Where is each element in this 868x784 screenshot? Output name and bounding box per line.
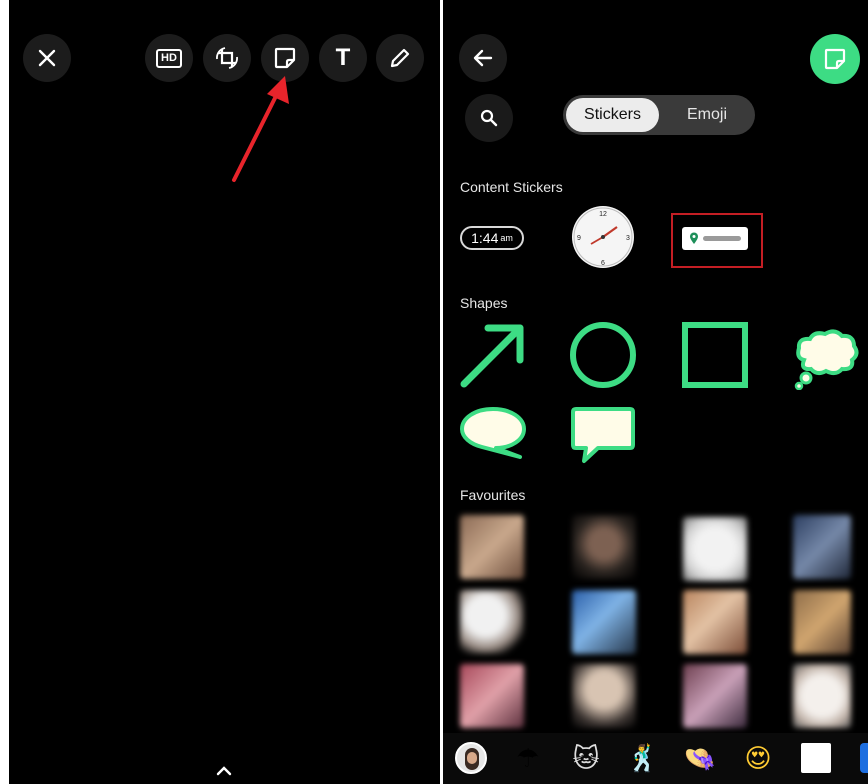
editor-panel: HD T bbox=[9, 0, 440, 784]
umbrella-sticker-pack[interactable]: ☂ bbox=[511, 741, 545, 775]
favourite-sticker[interactable] bbox=[683, 664, 747, 728]
more-sticker-pack[interactable] bbox=[853, 741, 868, 775]
clock-number-9: 9 bbox=[577, 235, 581, 242]
section-shapes: Shapes bbox=[460, 295, 508, 311]
close-icon bbox=[38, 49, 56, 67]
tab-stickers[interactable]: Stickers bbox=[566, 98, 659, 132]
tab-emoji[interactable]: Emoji bbox=[659, 95, 755, 135]
meme-sticker-pack[interactable] bbox=[799, 741, 833, 775]
arrow-left-icon bbox=[473, 49, 493, 67]
favourite-sticker[interactable] bbox=[793, 590, 851, 654]
hat-icon: 👒 bbox=[683, 742, 717, 773]
favourite-sticker[interactable] bbox=[460, 664, 524, 728]
avatar bbox=[455, 742, 487, 774]
time-sticker-suffix: am bbox=[500, 233, 513, 243]
cat-icon: 🐱 bbox=[572, 742, 600, 773]
person-icon: 🕺 bbox=[626, 742, 660, 773]
speech-bubble-oval-shape[interactable] bbox=[458, 405, 528, 460]
favourite-sticker[interactable] bbox=[460, 590, 524, 654]
time-sticker-value: 1:44 bbox=[471, 230, 499, 246]
avatar-pack[interactable] bbox=[454, 741, 488, 775]
favourite-sticker[interactable] bbox=[572, 590, 636, 654]
hd-button[interactable]: HD bbox=[145, 34, 193, 82]
cat-sticker-pack[interactable]: 🐱 bbox=[569, 741, 603, 775]
location-sticker[interactable] bbox=[682, 227, 748, 250]
heart-eyes-sticker-pack[interactable]: 😍 bbox=[741, 741, 775, 775]
sticker-mode-button[interactable] bbox=[810, 34, 860, 84]
sticker-icon bbox=[824, 48, 846, 70]
meme-icon bbox=[801, 743, 831, 773]
thought-bubble-shape[interactable] bbox=[792, 328, 862, 390]
clock-number-3: 3 bbox=[626, 235, 630, 242]
annotation-arrow bbox=[232, 76, 289, 182]
favourite-sticker[interactable] bbox=[793, 664, 851, 728]
section-content-stickers: Content Stickers bbox=[460, 179, 563, 195]
more-pack-icon bbox=[860, 743, 868, 773]
favourite-sticker[interactable] bbox=[683, 517, 747, 581]
speech-bubble-rect-shape[interactable] bbox=[570, 405, 636, 465]
chevron-up-icon[interactable] bbox=[215, 764, 233, 776]
sticker-picker-panel: Stickers Emoji Content Stickers 1:44 am 1… bbox=[443, 0, 868, 784]
favourite-sticker[interactable] bbox=[793, 515, 851, 579]
text-button[interactable]: T bbox=[319, 34, 367, 82]
back-button[interactable] bbox=[459, 34, 507, 82]
umbrella-icon: ☂ bbox=[516, 742, 540, 773]
sticker-icon bbox=[274, 47, 296, 69]
favourite-sticker[interactable] bbox=[460, 515, 524, 579]
clock-number-6: 6 bbox=[601, 260, 605, 267]
arrow-shape[interactable] bbox=[458, 320, 528, 390]
stickers-emoji-toggle: Stickers Emoji bbox=[563, 95, 755, 135]
clock-sticker[interactable]: 12 3 6 9 bbox=[571, 205, 635, 269]
circle-shape[interactable] bbox=[568, 320, 638, 390]
location-placeholder-bar bbox=[703, 236, 741, 241]
heart-eyes-icon: 😍 bbox=[744, 742, 772, 773]
section-favourites: Favourites bbox=[460, 487, 526, 503]
search-icon bbox=[480, 109, 498, 127]
favourite-sticker[interactable] bbox=[683, 590, 747, 654]
clock-number-12: 12 bbox=[599, 211, 607, 218]
hd-icon: HD bbox=[156, 48, 182, 68]
draw-button[interactable] bbox=[376, 34, 424, 82]
pencil-icon bbox=[390, 48, 410, 68]
search-button[interactable] bbox=[465, 94, 513, 142]
close-button[interactable] bbox=[23, 34, 71, 82]
favourite-sticker[interactable] bbox=[572, 664, 636, 728]
favourite-sticker[interactable] bbox=[572, 515, 636, 579]
crop-rotate-icon bbox=[216, 47, 238, 69]
location-pin-icon bbox=[690, 232, 698, 244]
square-shape[interactable] bbox=[680, 320, 750, 390]
time-sticker[interactable]: 1:44 am bbox=[460, 226, 524, 250]
person-sticker-pack[interactable]: 🕺 bbox=[626, 741, 660, 775]
text-icon: T bbox=[335, 44, 351, 71]
hat-sticker-pack[interactable]: 👒 bbox=[683, 741, 717, 775]
sticker-pack-bar: ☂ 🐱 🕺 👒 😍 bbox=[443, 733, 868, 784]
